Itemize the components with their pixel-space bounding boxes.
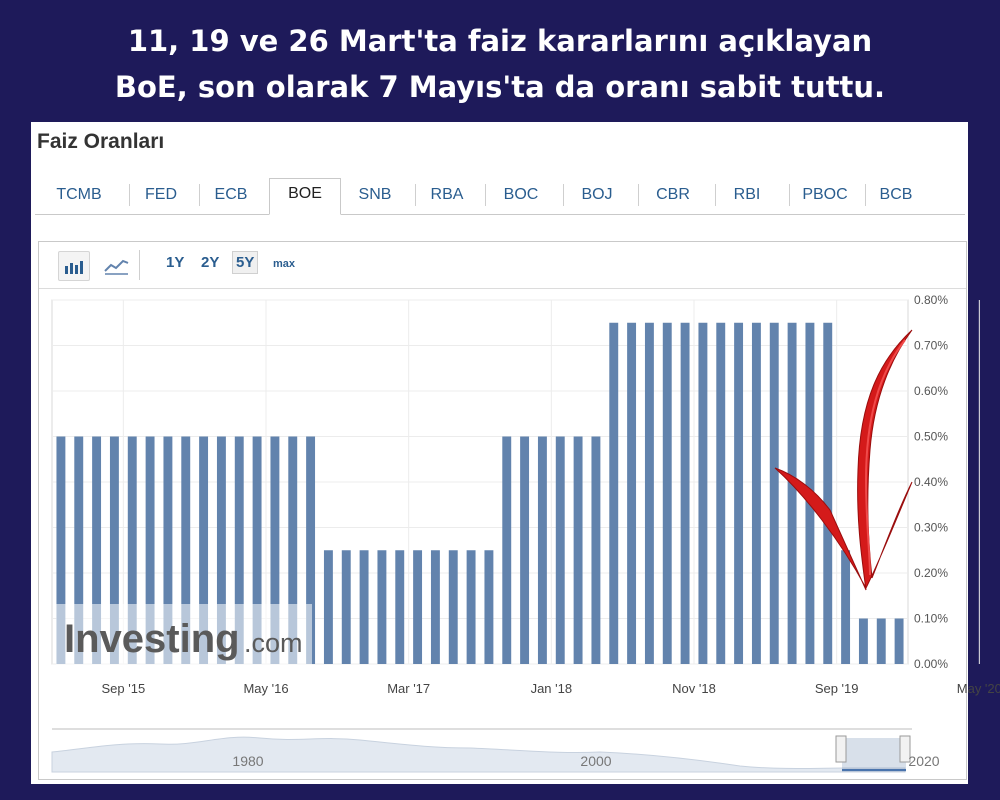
x-tick-label: May '16	[243, 681, 288, 696]
bar[interactable]	[395, 550, 405, 664]
bar[interactable]	[787, 322, 797, 664]
bar[interactable]	[573, 436, 583, 665]
bar[interactable]	[323, 550, 333, 664]
watermark-brand: Investing	[64, 617, 240, 661]
y-axis-ticks: 0.80% 0.70% 0.60% 0.50% 0.40% 0.30% 0.20% 0.10%…	[914, 293, 948, 671]
bar[interactable]	[377, 550, 387, 664]
y-tick-label: 0.50%	[914, 430, 948, 444]
rate-chart: 0.80% 0.70% 0.60% 0.50% 0.40% 0.30% 0.20% 0.10%…	[51, 293, 1000, 773]
navigator-selection	[842, 738, 906, 772]
bar[interactable]	[680, 322, 690, 664]
bar[interactable]	[627, 322, 637, 664]
bar[interactable]	[716, 322, 726, 664]
x-tick-label: Jan '18	[531, 681, 573, 696]
bar[interactable]	[341, 550, 351, 664]
bar[interactable]	[644, 322, 654, 664]
bar[interactable]	[502, 436, 512, 665]
x-tick-label: Mar '17	[387, 681, 430, 696]
x-tick-label: Sep '15	[101, 681, 145, 696]
y-tick-label: 0.40%	[914, 475, 948, 489]
bar[interactable]	[537, 436, 547, 665]
investing-watermark: Investing .com	[56, 604, 312, 666]
navigator-label-2000: 2000	[580, 753, 611, 769]
x-axis-ticks: Sep '15 May '16 Mar '17 Jan '18 Nov '18 Sep '…	[101, 681, 1000, 696]
bar[interactable]	[734, 322, 744, 664]
navigator-label-2020: 2020	[908, 753, 939, 769]
bar[interactable]	[769, 322, 779, 664]
bar[interactable]	[609, 322, 619, 664]
bar[interactable]	[823, 322, 833, 664]
bar[interactable]	[591, 436, 601, 665]
y-tick-label: 0.80%	[914, 293, 948, 307]
bar[interactable]	[430, 550, 440, 664]
bar[interactable]	[359, 550, 369, 664]
bar[interactable]	[662, 322, 672, 664]
y-tick-label: 0.00%	[914, 657, 948, 671]
y-tick-label: 0.60%	[914, 384, 948, 398]
bar[interactable]	[698, 322, 708, 664]
bar[interactable]	[751, 322, 761, 664]
x-tick-label: May '20	[957, 681, 1000, 696]
navigator-label-1980: 1980	[232, 753, 263, 769]
bar[interactable]	[484, 550, 494, 664]
bar[interactable]	[841, 550, 851, 664]
bar[interactable]	[894, 618, 904, 665]
y-tick-label: 0.10%	[914, 612, 948, 626]
bar[interactable]	[858, 618, 868, 665]
bar[interactable]	[413, 550, 423, 664]
y-tick-label: 0.30%	[914, 521, 948, 535]
bar[interactable]	[555, 436, 565, 665]
navigator[interactable]: 1980 2000 2020	[51, 728, 940, 773]
watermark-suffix: .com	[244, 628, 303, 658]
y-tick-label: 0.70%	[914, 339, 948, 353]
bar[interactable]	[520, 436, 530, 665]
y-tick-label: 0.20%	[914, 566, 948, 580]
x-tick-label: Nov '18	[672, 681, 716, 696]
bar[interactable]	[448, 550, 458, 664]
bar[interactable]	[876, 618, 886, 665]
navigator-left-handle[interactable]	[835, 735, 847, 763]
x-tick-label: Sep '19	[815, 681, 859, 696]
bar[interactable]	[466, 550, 476, 664]
